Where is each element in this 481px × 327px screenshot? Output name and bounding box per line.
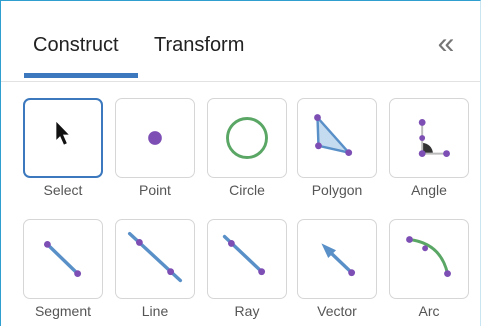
vector-icon (321, 243, 356, 277)
arc-tool-button[interactable]: Arc (389, 219, 473, 319)
tab-transform[interactable]: Transform (154, 34, 244, 57)
circle-icon (226, 117, 268, 159)
circle-tool-label: Circle (229, 182, 265, 198)
angle-tool-label: Angle (411, 182, 447, 198)
circle-tool-button[interactable]: Circle (207, 98, 291, 198)
polygon-tool-label: Polygon (311, 182, 363, 198)
point-tool-label: Point (139, 182, 171, 198)
line-tool-label: Line (141, 303, 169, 319)
polygon-tool-button[interactable]: Polygon (297, 98, 381, 198)
tool-tile (389, 219, 469, 299)
tab-construct[interactable]: Construct (33, 34, 119, 57)
ray-icon (222, 234, 266, 276)
ray-tool-button[interactable]: Ray (207, 219, 291, 319)
point-icon (148, 131, 162, 145)
tool-tile (207, 219, 287, 299)
vector-tool-label: Vector (317, 303, 357, 319)
active-tab-indicator (24, 73, 138, 78)
tool-tile (297, 98, 377, 178)
polygon-icon (314, 114, 353, 157)
line-tool-button[interactable]: Line (115, 219, 199, 319)
segment-tool-button[interactable]: Segment (23, 219, 107, 319)
tab-bar: Construct Transform « (1, 1, 480, 82)
select-tool-button[interactable]: Select (23, 98, 107, 198)
collapse-icon[interactable]: « (431, 27, 461, 61)
tool-tile (389, 98, 469, 178)
tool-tile (115, 98, 195, 178)
arrow-cursor-icon (56, 121, 69, 145)
point-tool-button[interactable]: Point (115, 98, 199, 198)
tool-tile (207, 98, 287, 178)
arc-tool-label: Arc (418, 303, 440, 319)
segment-tool-label: Segment (34, 303, 92, 319)
arc-icon (406, 236, 451, 278)
angle-icon (418, 118, 450, 158)
tool-tile (23, 219, 103, 299)
angle-tool-button[interactable]: Angle (389, 98, 473, 198)
tool-tile (23, 98, 103, 178)
tools-panel: Construct Transform « Select Point Circl… (0, 0, 481, 326)
ray-tool-label: Ray (234, 303, 260, 319)
select-tool-label: Select (43, 182, 83, 198)
line-icon (127, 231, 183, 283)
segment-icon (43, 240, 82, 278)
vector-tool-button[interactable]: Vector (297, 219, 381, 319)
tool-tile (297, 219, 377, 299)
tool-tile (115, 219, 195, 299)
